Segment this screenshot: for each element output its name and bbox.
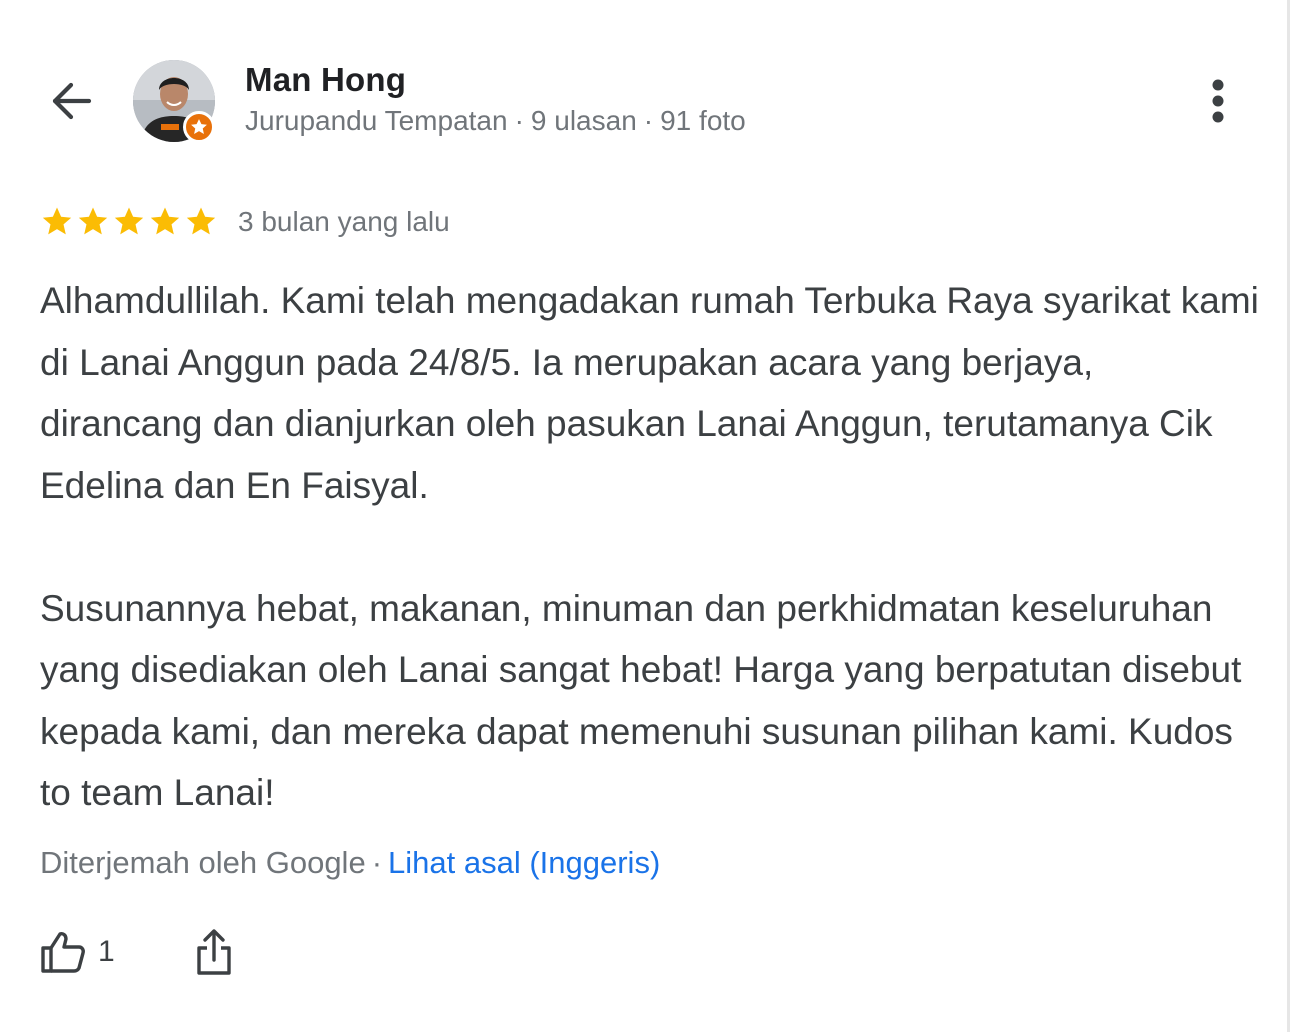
star-icon bbox=[78, 207, 108, 235]
review-paragraph-2: Susunannya hebat, makanan, minuman dan p… bbox=[40, 587, 1242, 814]
rating-row: 3 bulan yang lalu bbox=[40, 200, 450, 244]
star-icon bbox=[42, 207, 72, 235]
review-actions: 1 bbox=[40, 922, 233, 982]
meta-separator: · bbox=[514, 105, 524, 136]
like-button[interactable]: 1 bbox=[40, 930, 115, 974]
avatar[interactable] bbox=[133, 60, 215, 143]
local-guide-badge bbox=[183, 111, 215, 143]
review-header: Man Hong Jurupandu Tempatan · 9 ulasan · 91 … bbox=[0, 55, 1290, 145]
review-body: Alhamdullilah. Kami telah mengadakan rum… bbox=[40, 270, 1265, 824]
local-guide-star-icon bbox=[191, 119, 207, 134]
meta-separator: · bbox=[643, 105, 654, 136]
translation-separator: · bbox=[371, 845, 383, 880]
review-count: 9 ulasan bbox=[530, 105, 637, 136]
star-icon bbox=[150, 207, 180, 235]
thumb-up-icon bbox=[41, 932, 85, 973]
translated-by-google: Diterjemah oleh Google bbox=[40, 845, 366, 880]
back-button[interactable] bbox=[44, 77, 98, 125]
like-count: 1 bbox=[98, 935, 115, 968]
review-paragraph-1: Alhamdullilah. Kami telah mengadakan rum… bbox=[40, 280, 1259, 506]
reviewer-name[interactable]: Man Hong bbox=[245, 61, 406, 99]
star-rating bbox=[40, 205, 218, 239]
more-vert-icon bbox=[1212, 79, 1224, 123]
share-button[interactable] bbox=[195, 927, 233, 977]
review-time: 3 bulan yang lalu bbox=[238, 206, 450, 237]
more-options-button[interactable] bbox=[1196, 73, 1240, 129]
see-original-link[interactable]: Lihat asal (Inggeris) bbox=[388, 845, 660, 880]
star-icon bbox=[186, 207, 216, 235]
reviewer-title: Jurupandu Tempatan bbox=[245, 105, 508, 136]
star-icon bbox=[114, 207, 144, 235]
arrow-back-icon bbox=[52, 82, 92, 120]
photo-count: 91 foto bbox=[660, 105, 746, 136]
reviewer-meta: Jurupandu Tempatan · 9 ulasan · 91 foto bbox=[245, 105, 746, 137]
share-icon bbox=[196, 929, 231, 975]
translation-note: Diterjemah oleh Google · Lihat asal (Ingge… bbox=[40, 845, 660, 881]
